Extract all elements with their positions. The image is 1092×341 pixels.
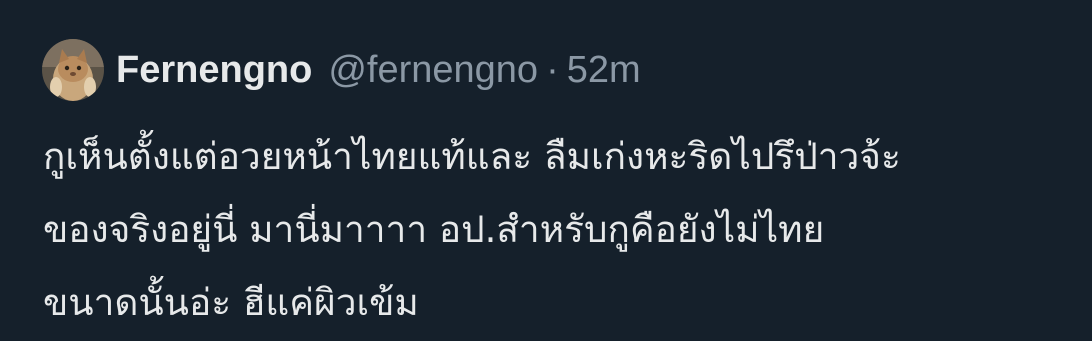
tweet-text-line: ขนาดนั้นอ่ะ ฮีแค่ผิวเข้ม bbox=[43, 281, 419, 324]
avatar[interactable] bbox=[42, 39, 104, 101]
tweet-timestamp[interactable]: 52m bbox=[567, 49, 641, 92]
dot-separator: · bbox=[546, 48, 559, 91]
tweet-text-line: ของจริงอยู่นี่ มานี่มาาาา อป.สำหรับกูคือ… bbox=[43, 208, 825, 251]
tweet-text: กูเห็นตั้งแต่อวยหน้าไทยแท้และ ลืมเก่งหะร… bbox=[43, 120, 1083, 339]
author-handle[interactable]: @fernengno bbox=[328, 49, 538, 92]
author-display-name[interactable]: Fernengno bbox=[116, 49, 312, 92]
tweet-header: Fernengno @fernengno · 52m bbox=[42, 38, 641, 102]
tweet-card[interactable]: Fernengno @fernengno · 52m กูเห็นตั้งแต่… bbox=[0, 0, 1092, 341]
tweet-text-line: กูเห็นตั้งแต่อวยหน้าไทยแท้และ ลืมเก่งหะร… bbox=[43, 135, 901, 178]
cat-avatar-icon bbox=[42, 39, 104, 101]
